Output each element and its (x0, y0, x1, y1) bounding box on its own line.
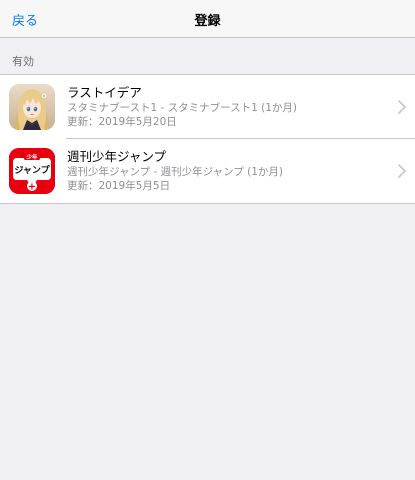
app-name: ラストイデア (67, 85, 142, 100)
app-name: 週刊少年ジャンプ (67, 149, 167, 164)
subscription-list: ラストイデア スタミナブースト1 - スタミナブースト1 (1か月) 更新：20… (0, 74, 415, 204)
renewal-date: 更新：2019年5月20日 (67, 116, 177, 128)
subscription-row-last-idea[interactable]: ラストイデア スタミナブースト1 - スタミナブースト1 (1か月) 更新：20… (0, 75, 415, 139)
renewal-date: 更新：2019年5月5日 (67, 180, 171, 192)
jump-logo-small-text: 少年 (25, 153, 38, 161)
section-header-active: 有効 (12, 55, 34, 68)
chevron-right-icon (398, 100, 406, 114)
plan-name: 週刊少年ジャンプ - 週刊少年ジャンプ (1か月) (67, 166, 283, 178)
navigation-bar: 戻る 登録 (0, 0, 415, 38)
page-title: 登録 (194, 14, 221, 29)
chevron-right-icon (398, 164, 406, 178)
subscription-row-shonen-jump[interactable]: 少年 ジャンプ + 週刊少年ジャンプ 週刊少年ジャンプ - 週刊少年ジャンプ (… (0, 139, 415, 203)
anime-girl-app-icon (9, 84, 55, 130)
plan-name: スタミナブースト1 - スタミナブースト1 (1か月) (67, 102, 297, 114)
jump-logo-plus: + (28, 182, 36, 193)
subscription-info: ラストイデア スタミナブースト1 - スタミナブースト1 (1か月) 更新：20… (67, 84, 385, 129)
shonen-jump-app-icon: 少年 ジャンプ + (9, 148, 55, 194)
jump-logo-main-text: ジャンプ (14, 164, 50, 176)
subscription-info: 週刊少年ジャンプ 週刊少年ジャンプ - 週刊少年ジャンプ (1か月) 更新：20… (67, 148, 385, 193)
